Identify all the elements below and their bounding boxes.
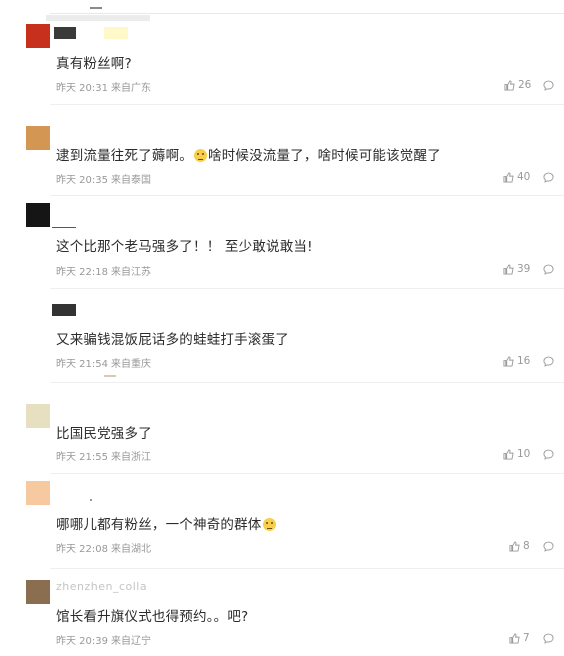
avatar[interactable] [26, 126, 50, 150]
like-button[interactable]: 10 [503, 448, 530, 460]
comment-text: 哪哪儿都有粉丝，一个神奇的群体 [56, 513, 277, 533]
divider [50, 13, 564, 14]
comment-location: 来自泰国 [111, 175, 151, 186]
redacted-username [52, 304, 76, 316]
thumbs-up-icon [503, 171, 514, 183]
comment-text: 真有粉丝啊? [56, 56, 132, 72]
top-strip [0, 0, 564, 24]
comment-icon[interactable] [543, 172, 554, 183]
comment-time: 昨天 21:54 [56, 359, 108, 370]
avatar[interactable] [26, 24, 50, 48]
comment-location: 来自辽宁 [111, 636, 151, 647]
thumbs-up-icon [504, 79, 515, 91]
comment-meta: 昨天 22:18 来自江苏 [56, 263, 154, 278]
comment-icon[interactable] [543, 356, 554, 367]
username: zhenzhen_colla [56, 580, 148, 593]
like-button[interactable]: 7 [509, 632, 530, 644]
thumbs-up-icon [503, 448, 514, 460]
like-count: 16 [517, 355, 531, 367]
comment-meta: 昨天 22:08 来自湖北 [56, 540, 154, 555]
divider [50, 382, 564, 383]
decoration [104, 375, 116, 377]
redacted-username [54, 27, 76, 39]
thumbs-up-icon [503, 355, 514, 367]
like-button[interactable]: 40 [503, 171, 530, 183]
thumbs-up-icon [503, 263, 514, 275]
divider [50, 195, 564, 196]
redacted-mark [90, 7, 102, 9]
comment-meta: 昨天 21:55 来自浙江 [56, 448, 154, 463]
thumbs-up-icon [509, 540, 520, 552]
comment-text: 馆长看升旗仪式也得预约。。吧? [56, 609, 249, 625]
comment-meta: 昨天 20:35 来自泰国 [56, 171, 154, 186]
comment-time: 昨天 22:18 [56, 267, 108, 278]
comment-text: 又来骗钱混饭屁话多的蛙蛙打手滚蛋了 [56, 332, 289, 348]
comment-meta: 昨天 20:39 来自辽宁 [56, 632, 154, 647]
comment-meta: 昨天 21:54 来自重庆 [56, 355, 154, 370]
like-button[interactable]: 26 [504, 79, 531, 91]
divider [50, 568, 564, 569]
comment-location: 来自浙江 [111, 452, 151, 463]
comment-time: 昨天 22:08 [56, 544, 108, 555]
like-count: 7 [523, 632, 530, 644]
comment-icon[interactable] [543, 80, 554, 91]
divider [50, 288, 564, 289]
comment-meta: 昨天 20:31 来自广东 [56, 79, 154, 94]
like-count: 26 [518, 79, 532, 91]
smile-emoji-icon [194, 149, 207, 162]
thumbs-up-icon [509, 632, 520, 644]
comment-time: 昨天 21:55 [56, 452, 108, 463]
comment-time: 昨天 20:31 [56, 83, 108, 94]
smirk-emoji-icon [262, 518, 276, 531]
like-count: 8 [523, 540, 530, 552]
like-button[interactable]: 8 [509, 540, 530, 552]
comment-icon[interactable] [543, 541, 554, 552]
avatar[interactable] [26, 203, 50, 227]
comment-time: 昨天 20:35 [56, 175, 108, 186]
comment-text: 这个比那个老马强多了！！ 至少敢说敢当! [56, 239, 313, 255]
like-button[interactable]: 39 [503, 263, 530, 275]
redacted-username [90, 499, 92, 501]
comment-icon[interactable] [543, 449, 554, 460]
comment-icon[interactable] [543, 264, 554, 275]
comment-location: 来自广东 [111, 83, 151, 94]
redacted-username [104, 27, 128, 39]
comment-location: 来自湖北 [111, 544, 151, 555]
like-count: 40 [517, 171, 531, 183]
like-button[interactable]: 16 [503, 355, 530, 367]
redacted-name [46, 15, 150, 21]
divider [50, 104, 564, 105]
avatar[interactable] [26, 299, 50, 323]
comment-location: 来自重庆 [111, 359, 151, 370]
avatar[interactable] [26, 481, 50, 505]
avatar[interactable] [26, 580, 50, 604]
comment-text: 逮到流量往死了薅啊。 啥时候没流量了，啥时候可能该觉醒了 [56, 148, 441, 164]
avatar[interactable] [26, 404, 50, 428]
like-count: 39 [517, 263, 531, 275]
comment-location: 来自江苏 [111, 267, 151, 278]
like-count: 10 [517, 448, 531, 460]
comment-text: 比国民党强多了 [56, 426, 152, 442]
comment-icon[interactable] [543, 633, 554, 644]
comment-time: 昨天 20:39 [56, 636, 108, 647]
redacted-username [52, 227, 76, 228]
divider [50, 473, 564, 474]
